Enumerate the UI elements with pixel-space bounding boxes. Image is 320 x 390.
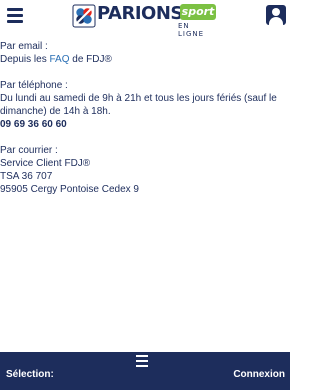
phone-hours: Du lundi au samedi de 9h à 21h et tous l…	[0, 93, 277, 117]
email-section: Par email : Depuis les FAQ de FDJ®	[0, 40, 290, 66]
hamburger-menu-icon[interactable]	[7, 8, 23, 24]
phone-number[interactable]: 09 69 36 60 60	[0, 118, 290, 131]
mail-title: Par courrier :	[0, 145, 58, 156]
faq-link[interactable]: FAQ	[49, 54, 69, 65]
logo-tagline: EN LIGNE	[178, 22, 205, 38]
contact-info: Par email : Depuis les FAQ de FDJ® Par t…	[0, 40, 290, 209]
mail-line-3: 95905 Cergy Pontoise Cedex 9	[0, 184, 139, 195]
email-prefix: Depuis les	[0, 54, 50, 65]
mail-section: Par courrier : Service Client FDJ® TSA 3…	[0, 144, 290, 196]
mail-line-1: Service Client FDJ®	[0, 158, 91, 169]
header: PARIONS sport EN LIGNE	[0, 0, 290, 38]
login-button[interactable]: Connexion	[233, 369, 285, 380]
phone-title: Par téléphone :	[0, 80, 68, 91]
email-text: Depuis les FAQ de FDJ®	[0, 53, 290, 66]
logo-brand-text: PARIONS	[97, 3, 183, 24]
user-account-icon[interactable]	[266, 5, 286, 25]
selection-button[interactable]: Sélection:	[6, 369, 54, 380]
email-suffix: de FDJ®	[69, 54, 112, 65]
hamburger-menu-icon[interactable]	[136, 355, 150, 369]
fdj-clover-icon	[72, 4, 96, 28]
footer-bar: Sélection: Connexion	[0, 352, 290, 390]
mail-line-2: TSA 36 707	[0, 171, 53, 182]
logo-sport-badge: sport	[180, 4, 216, 20]
phone-section: Par téléphone : Du lundi au samedi de 9h…	[0, 79, 290, 131]
parions-sport-logo[interactable]: PARIONS sport EN LIGNE	[72, 2, 218, 38]
email-title: Par email :	[0, 41, 48, 52]
